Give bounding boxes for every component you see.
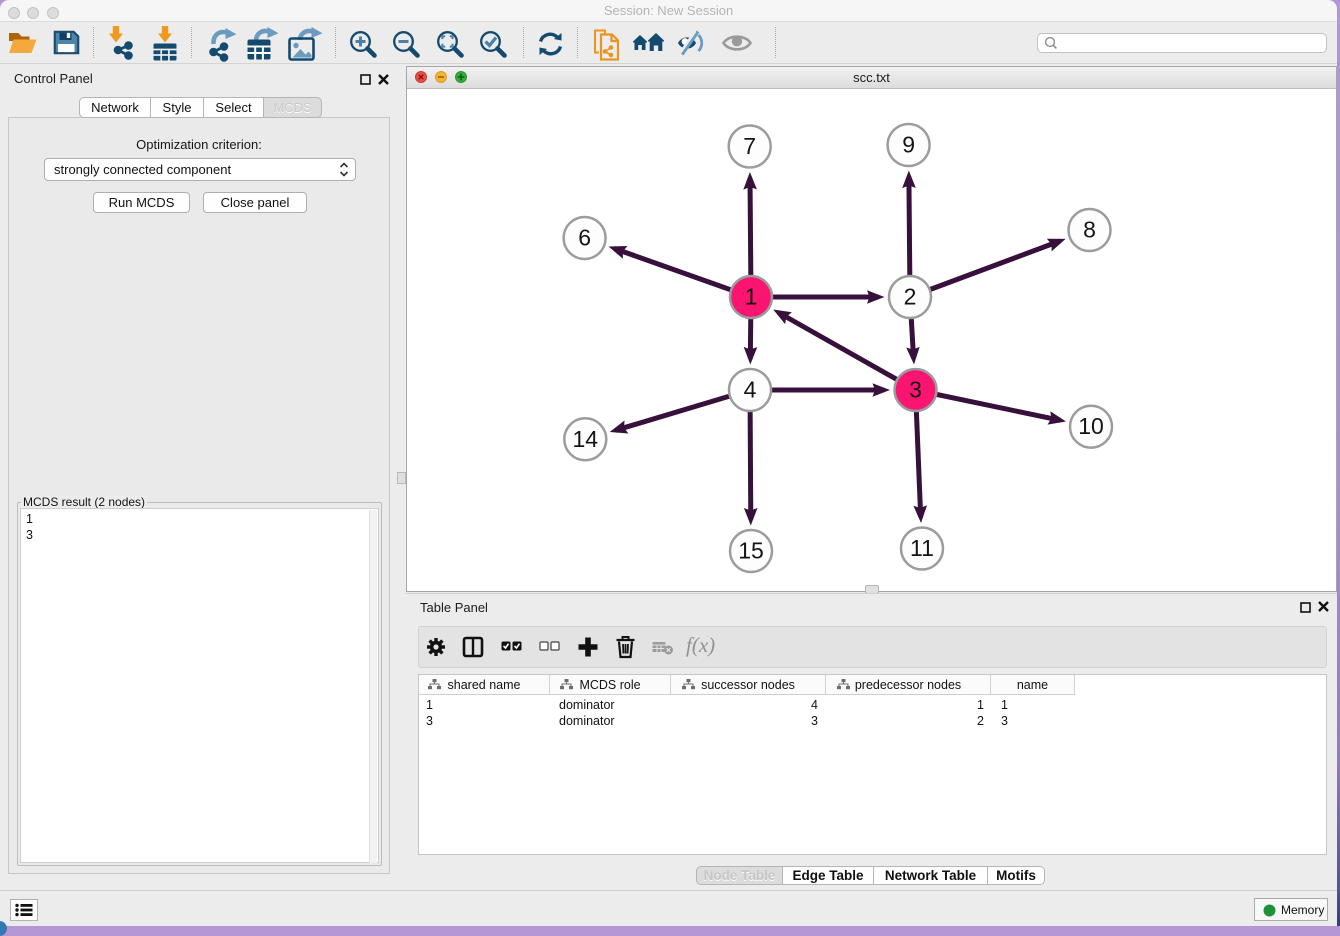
svg-text:8: 8 bbox=[1083, 217, 1096, 243]
svg-text:9: 9 bbox=[902, 132, 915, 158]
svg-text:1: 1 bbox=[745, 284, 758, 310]
svg-text:10: 10 bbox=[1078, 413, 1104, 439]
svg-text:7: 7 bbox=[743, 133, 756, 159]
svg-text:6: 6 bbox=[578, 225, 591, 251]
svg-text:14: 14 bbox=[573, 426, 599, 452]
svg-text:3: 3 bbox=[909, 377, 922, 403]
svg-text:2: 2 bbox=[904, 284, 917, 310]
svg-text:4: 4 bbox=[744, 377, 757, 403]
svg-text:11: 11 bbox=[910, 535, 934, 561]
svg-text:15: 15 bbox=[738, 538, 764, 564]
